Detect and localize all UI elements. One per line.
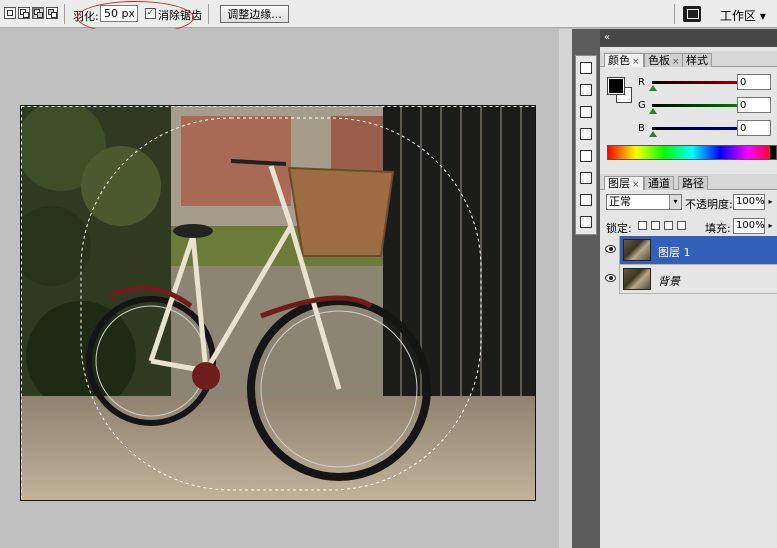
document-image[interactable] xyxy=(20,105,536,501)
blend-mode-select[interactable]: 正常 ▾ xyxy=(606,194,682,210)
lock-all-icon[interactable] xyxy=(677,221,686,230)
color-spectrum-bar[interactable] xyxy=(607,145,777,160)
selection-mode-group xyxy=(4,7,58,19)
layer-thumbnail xyxy=(623,268,651,290)
options-bar: 羽化: ✓ 消除锯齿 调整边缘... 工作区 ▾ xyxy=(0,0,777,34)
tool-presets-icon[interactable] xyxy=(576,102,596,122)
lock-pixels-icon[interactable] xyxy=(651,221,660,230)
channel-label: R xyxy=(638,77,645,88)
b-value-input[interactable] xyxy=(737,120,771,136)
close-icon[interactable]: × xyxy=(672,57,680,67)
layer-name: 图层 1 xyxy=(658,246,691,259)
channel-label: G xyxy=(638,100,646,111)
fill-input[interactable]: 100% xyxy=(733,218,765,234)
layer-name: 背景 xyxy=(658,275,680,288)
fill-label: 填充: xyxy=(705,222,731,235)
toolbar-separator xyxy=(208,4,209,24)
r-value-input[interactable] xyxy=(737,74,771,90)
subtract-from-selection-icon[interactable] xyxy=(32,7,44,19)
visibility-eye-icon[interactable] xyxy=(605,274,616,282)
close-icon[interactable]: × xyxy=(632,57,640,67)
channel-label: B xyxy=(638,123,645,134)
collapse-panels-icon[interactable]: « xyxy=(604,32,610,43)
paragraph-panel-icon[interactable] xyxy=(576,190,596,210)
lock-transparency-icon[interactable] xyxy=(638,221,647,230)
tab-styles[interactable]: 样式 xyxy=(682,53,712,67)
workspace-icon[interactable] xyxy=(683,6,701,22)
tab-swatches[interactable]: 色板 × xyxy=(644,53,684,67)
visibility-eye-icon[interactable] xyxy=(605,245,616,253)
slider-g-handle[interactable] xyxy=(649,108,657,114)
tab-channels[interactable]: 通道 xyxy=(644,176,674,190)
intersect-selection-icon[interactable] xyxy=(46,7,58,19)
chevron-right-icon[interactable]: ▸ xyxy=(766,195,775,209)
layer-row-background[interactable]: 背景 xyxy=(600,265,777,294)
toolbar-separator xyxy=(64,4,65,24)
layer-thumbnail xyxy=(623,239,651,261)
brushes-panel-icon[interactable] xyxy=(576,124,596,144)
bicycle-photo xyxy=(21,106,535,500)
color-panel-tabs: 颜色 × 色板 × 样式 xyxy=(600,51,777,67)
add-to-selection-icon[interactable] xyxy=(18,7,30,19)
character-panel-icon[interactable] xyxy=(576,168,596,188)
layers-panel-tabs: 图层 × 通道 路径 xyxy=(600,174,777,190)
g-value-input[interactable] xyxy=(737,97,771,113)
scroll-divider xyxy=(559,29,572,548)
workspace-menu[interactable]: 工作区 ▾ xyxy=(720,7,766,24)
chevron-down-icon: ▾ xyxy=(669,195,681,209)
layer-row-layer1[interactable]: 图层 1 xyxy=(600,236,777,265)
tab-paths[interactable]: 路径 xyxy=(678,176,708,190)
tab-color[interactable]: 颜色 × xyxy=(604,53,644,67)
actions-panel-icon[interactable] xyxy=(576,80,596,100)
toolbar-separator xyxy=(674,4,675,24)
opacity-label: 不透明度: xyxy=(685,198,733,211)
foreground-color-swatch[interactable] xyxy=(607,77,625,95)
clone-source-icon[interactable] xyxy=(576,146,596,166)
close-icon[interactable]: × xyxy=(632,180,640,190)
right-panels: « 颜色× 色板× 样式 R G B 图层× 通道 路径 正常 ▾ 不透明度: … xyxy=(600,29,777,548)
panel-icon-column xyxy=(575,55,597,235)
new-selection-icon[interactable] xyxy=(4,7,16,19)
chevron-right-icon[interactable]: ▸ xyxy=(766,219,775,233)
slider-r-handle[interactable] xyxy=(649,85,657,91)
slider-b-handle[interactable] xyxy=(649,131,657,137)
lock-icons xyxy=(638,221,686,230)
layer-comps-icon[interactable] xyxy=(576,212,596,232)
history-panel-icon[interactable] xyxy=(576,58,596,78)
lock-position-icon[interactable] xyxy=(664,221,673,230)
refine-edge-button[interactable]: 调整边缘... xyxy=(220,5,289,23)
opacity-input[interactable]: 100% xyxy=(733,194,765,210)
panel-dock-header: « xyxy=(600,29,777,47)
tab-layers[interactable]: 图层 × xyxy=(604,176,644,190)
lock-label: 锁定: xyxy=(606,222,632,235)
